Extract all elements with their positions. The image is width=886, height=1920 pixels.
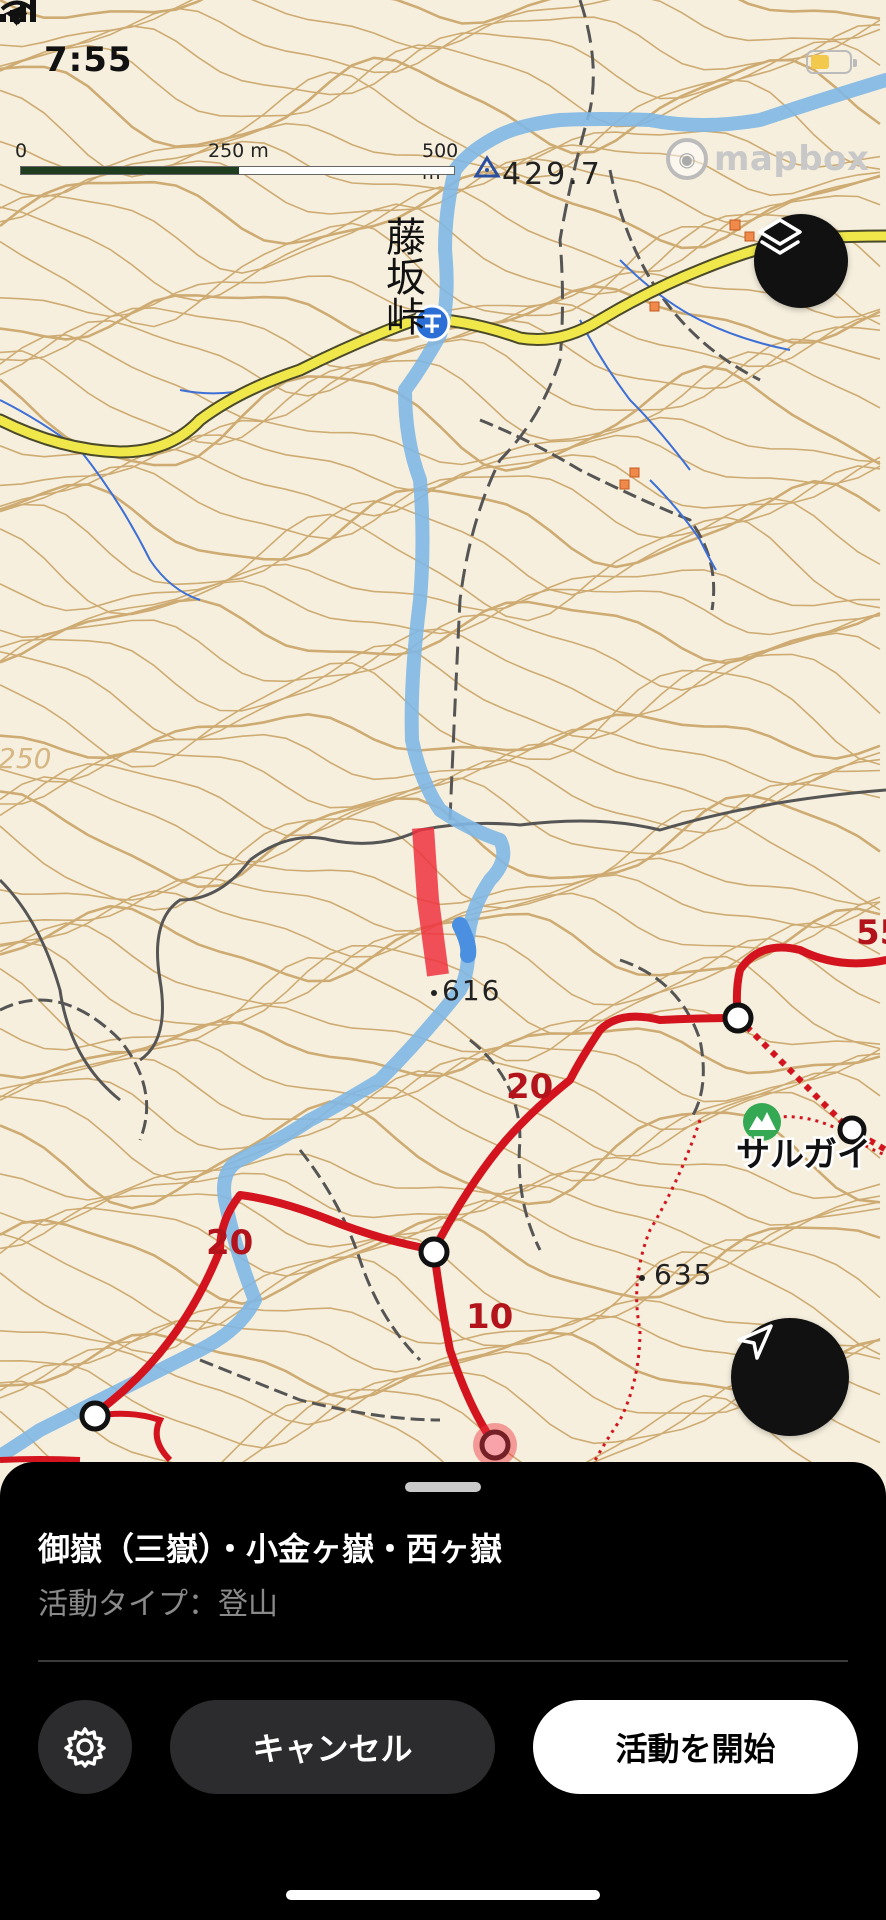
sarugai-label: サルガイ xyxy=(736,1135,871,1175)
route-time-10-label: 10 xyxy=(466,1297,513,1337)
elevation-635-label: 635 xyxy=(654,1258,713,1291)
locate-me-button[interactable] xyxy=(731,1318,849,1436)
layers-icon xyxy=(758,218,802,255)
settings-button[interactable] xyxy=(38,1700,132,1794)
home-indicator xyxy=(286,1890,600,1900)
elevation-616-label: 616 xyxy=(442,974,501,1007)
map-layers-button[interactable] xyxy=(754,214,848,308)
activity-bottom-sheet: 御嶽（三嶽）・小金ヶ嶽・西ヶ嶽 活動タイプ：登山 キャンセル 活動を開始 xyxy=(0,1462,886,1920)
gear-icon xyxy=(64,1727,106,1768)
pass-name-label: 藤坂峠 xyxy=(379,216,425,336)
mapbox-wordmark: mapbox xyxy=(714,139,870,179)
sheet-grab-handle[interactable] xyxy=(405,1482,481,1492)
cancel-button[interactable]: キャンセル xyxy=(170,1700,495,1794)
contour-250-label: 250 xyxy=(0,742,51,775)
scale-mid-label: 250 m xyxy=(208,140,269,162)
navigation-arrow-icon xyxy=(737,1324,773,1360)
scale-max-label: 500 m xyxy=(422,140,459,184)
route-time-55-label: 55 xyxy=(856,913,886,953)
scale-zero-label: 0 xyxy=(15,140,28,162)
mapbox-logo[interactable]: ◉ mapbox xyxy=(666,138,869,180)
route-time-20-label: 20 xyxy=(506,1067,553,1107)
topographic-map[interactable]: 藤坂峠 429.7 616 635 250 20 20 10 55 サルガイ 7… xyxy=(0,0,886,1470)
route-time-20-label-2: 20 xyxy=(206,1223,253,1263)
mapbox-mark-icon: ◉ xyxy=(666,138,708,180)
scale-bar-graphic xyxy=(20,166,455,175)
route-title: 御嶽（三嶽）・小金ヶ嶽・西ヶ嶽 xyxy=(38,1530,503,1568)
peak-elevation-label: 429.7 xyxy=(502,157,603,192)
map-scale-bar: 0 250 m 500 m xyxy=(15,140,460,184)
sheet-divider xyxy=(38,1660,848,1662)
start-activity-button[interactable]: 活動を開始 xyxy=(533,1700,858,1794)
activity-type-label: 活動タイプ：登山 xyxy=(38,1587,278,1622)
